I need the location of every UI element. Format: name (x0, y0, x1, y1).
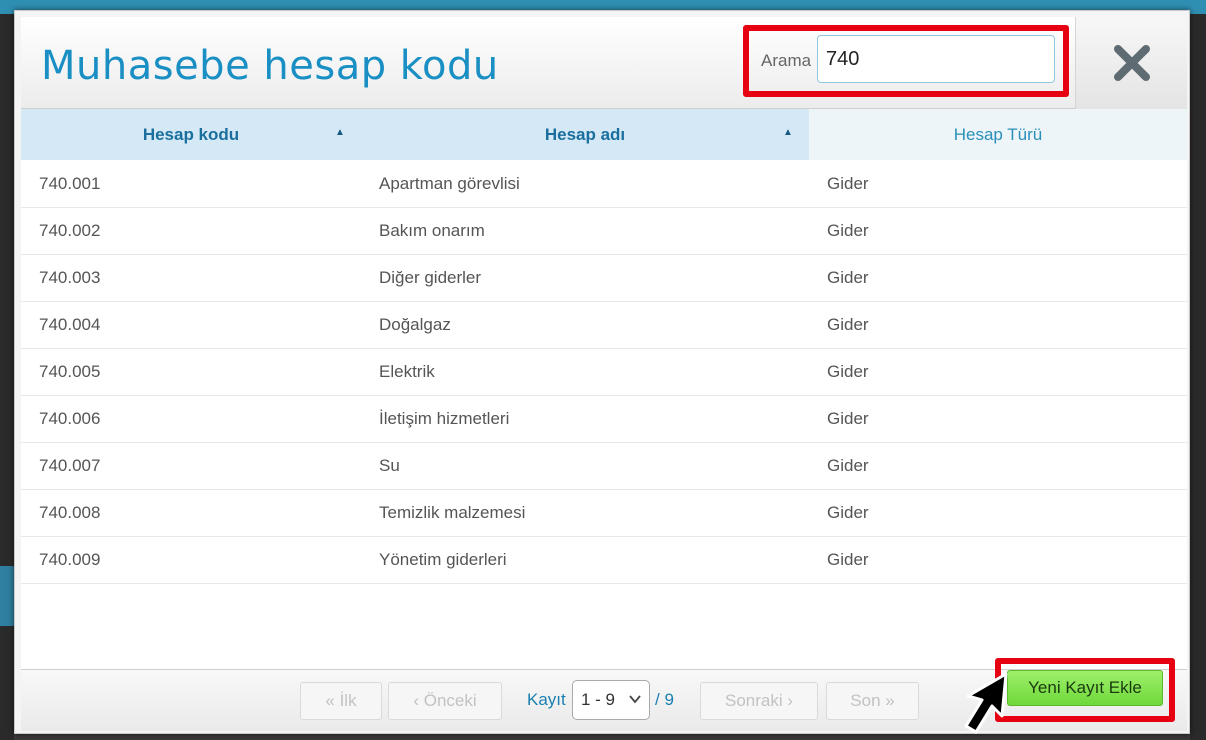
sort-asc-icon: ▲ (335, 127, 345, 138)
cell-type: Gider (827, 174, 869, 193)
cell-name: Diğer giderler (379, 268, 482, 287)
search-highlight-box: Arama (743, 25, 1069, 97)
table-row[interactable]: 740.004 Doğalgaz Gider (21, 302, 1187, 349)
close-icon (1113, 45, 1150, 81)
dialog-footer: « İlk ‹ Önceki Kayıt 1 - 9 / 9 Sonraki ›… (21, 658, 1187, 731)
account-code-dialog: Muhasebe hesap kodu Arama Hesap kodu ▲ H… (14, 10, 1190, 734)
sort-asc-icon: ▲ (783, 127, 793, 138)
cell-name: Apartman görevlisi (379, 174, 520, 193)
table-row[interactable]: 740.009 Yönetim giderleri Gider (21, 537, 1187, 584)
cell-name: Elektrik (379, 362, 435, 381)
table-row[interactable]: 740.006 İletişim hizmetleri Gider (21, 396, 1187, 443)
cell-type: Gider (827, 362, 869, 381)
table-row[interactable]: 740.002 Bakım onarım Gider (21, 208, 1187, 255)
column-header-name[interactable]: Hesap adı ▲ (361, 109, 809, 160)
column-header-code-label: Hesap kodu (142, 124, 240, 144)
cell-code: 740.001 (39, 174, 101, 193)
cell-name: Doğalgaz (379, 315, 451, 334)
cell-name: İletişim hizmetleri (379, 409, 510, 428)
column-header-name-label: Hesap adı (544, 124, 626, 144)
cell-name: Bakım onarım (379, 221, 485, 240)
record-total: / 9 (655, 690, 674, 709)
dialog-title: Muhasebe hesap kodu (41, 43, 499, 89)
column-header-code[interactable]: Hesap kodu ▲ (21, 109, 361, 160)
previous-page-button[interactable]: ‹ Önceki (388, 682, 502, 720)
table-row[interactable]: 740.007 Su Gider (21, 443, 1187, 490)
table-row[interactable]: 740.003 Diğer giderler Gider (21, 255, 1187, 302)
cell-type: Gider (827, 456, 869, 475)
cell-code: 740.007 (39, 456, 101, 475)
column-header-type-label: Hesap Türü (953, 124, 1043, 144)
cell-name: Temizlik malzemesi (379, 503, 526, 522)
cell-code: 740.003 (39, 268, 101, 287)
column-header-type[interactable]: Hesap Türü (809, 109, 1187, 160)
search-input[interactable] (817, 35, 1055, 83)
accounts-table: Hesap kodu ▲ Hesap adı ▲ Hesap Türü 740.… (21, 109, 1187, 669)
dialog-header: Muhasebe hesap kodu Arama (21, 17, 1187, 109)
last-page-button[interactable]: Son » (826, 682, 919, 720)
background-stripe (0, 566, 14, 626)
record-label: Kayıt (527, 690, 566, 709)
background-right (1190, 14, 1206, 740)
cell-type: Gider (827, 268, 869, 287)
next-page-button[interactable]: Sonraki › (700, 682, 818, 720)
cell-name: Su (379, 456, 400, 475)
background-left (0, 14, 14, 740)
cell-code: 740.004 (39, 315, 101, 334)
record-range-select[interactable]: 1 - 9 (572, 680, 650, 720)
cell-type: Gider (827, 550, 869, 569)
cell-code: 740.006 (39, 409, 101, 428)
cell-type: Gider (827, 315, 869, 334)
new-record-highlight-box: Yeni Kayıt Ekle (995, 658, 1175, 722)
cell-type: Gider (827, 409, 869, 428)
cell-code: 740.008 (39, 503, 101, 522)
cell-code: 740.002 (39, 221, 101, 240)
cell-code: 740.009 (39, 550, 101, 569)
table-row[interactable]: 740.001 Apartman görevlisi Gider (21, 161, 1187, 208)
cell-name: Yönetim giderleri (379, 550, 507, 569)
table-body: 740.001 Apartman görevlisi Gider 740.002… (21, 161, 1187, 584)
close-button[interactable] (1075, 17, 1187, 109)
cell-code: 740.005 (39, 362, 101, 381)
new-record-button[interactable]: Yeni Kayıt Ekle (1007, 670, 1163, 706)
mouse-cursor-icon (964, 672, 1008, 734)
cell-type: Gider (827, 503, 869, 522)
chevron-down-icon (629, 695, 641, 704)
table-row[interactable]: 740.005 Elektrik Gider (21, 349, 1187, 396)
table-header: Hesap kodu ▲ Hesap adı ▲ Hesap Türü (21, 109, 1187, 160)
record-range-value: 1 - 9 (581, 690, 616, 709)
first-page-button[interactable]: « İlk (300, 682, 382, 720)
cell-type: Gider (827, 221, 869, 240)
table-row[interactable]: 740.008 Temizlik malzemesi Gider (21, 490, 1187, 537)
search-label: Arama (761, 51, 812, 70)
